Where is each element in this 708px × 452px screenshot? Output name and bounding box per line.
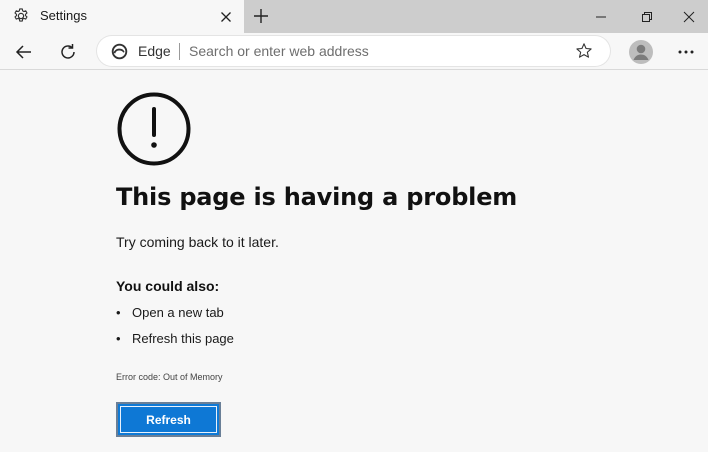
minimize-button[interactable] (578, 0, 624, 33)
address-bar[interactable]: Edge (97, 36, 610, 66)
profile-avatar-icon[interactable] (628, 39, 654, 65)
close-icon (683, 11, 695, 22)
list-item: • Open a new tab (116, 305, 234, 331)
tab-title: Settings (40, 8, 87, 23)
ellipsis-icon (678, 50, 694, 54)
back-button[interactable] (11, 39, 37, 65)
reload-icon (61, 44, 75, 59)
error-exclamation-icon (117, 92, 191, 166)
bullet: • (116, 305, 121, 320)
new-tab-icon[interactable] (252, 7, 270, 25)
restore-button[interactable] (624, 0, 670, 33)
back-arrow-icon (15, 45, 31, 59)
close-window-button[interactable] (666, 0, 708, 33)
suggestions-list: • Open a new tab • Refresh this page (116, 305, 234, 357)
list-item: • Refresh this page (116, 331, 234, 357)
page-title: This page is having a problem (116, 183, 518, 211)
error-subtitle: Try coming back to it later. (116, 234, 279, 250)
suggestion-open-new-tab: Open a new tab (132, 305, 224, 320)
suggestions-heading: You could also: (116, 278, 220, 294)
minimize-icon (596, 16, 606, 17)
gear-icon (14, 8, 28, 22)
suggestion-refresh-page: Refresh this page (132, 331, 234, 346)
address-separator (179, 43, 180, 60)
toolbar: Edge (0, 33, 708, 70)
reload-button[interactable] (55, 39, 81, 65)
tab-settings[interactable]: Settings (0, 0, 244, 33)
close-icon[interactable] (218, 9, 234, 25)
refresh-button[interactable]: Refresh (116, 402, 221, 437)
edge-logo-icon (111, 43, 128, 60)
more-menu-button[interactable] (673, 39, 699, 65)
favorite-star-icon[interactable] (575, 42, 593, 60)
restore-icon (642, 11, 652, 22)
bullet: • (116, 331, 121, 346)
address-input[interactable] (189, 41, 559, 61)
error-code: Error code: Out of Memory (116, 372, 223, 382)
site-label: Edge (138, 43, 171, 59)
refresh-button-label: Refresh (120, 406, 217, 433)
tab-strip: Settings (0, 0, 708, 33)
